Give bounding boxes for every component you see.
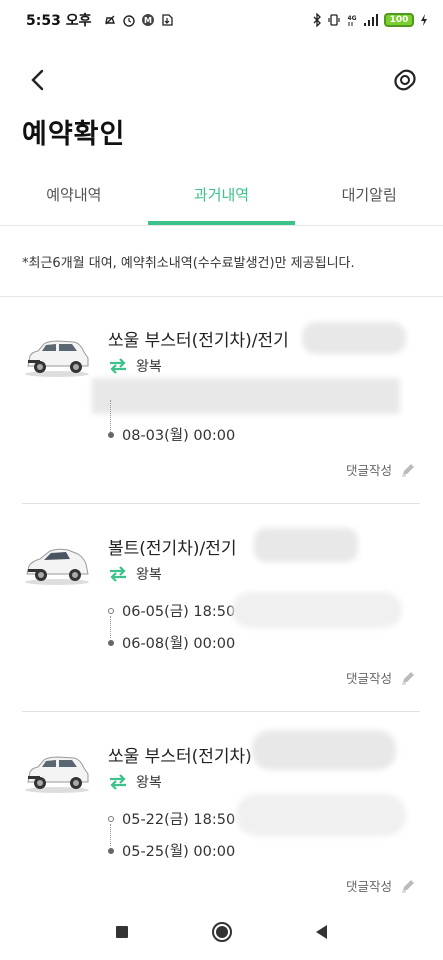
tab-waitlist-alerts[interactable]: 대기알림 xyxy=(295,172,443,225)
write-review-button[interactable]: 댓글작성 xyxy=(346,460,416,479)
car-image xyxy=(25,756,89,793)
car-name: 볼트(전기차)/전기 xyxy=(108,539,237,559)
pencil-icon xyxy=(402,879,414,892)
trip-type: 왕복 xyxy=(108,356,162,376)
redacted-area xyxy=(252,730,396,770)
start-dot xyxy=(108,815,114,822)
redacted-area xyxy=(254,528,358,562)
divider xyxy=(0,296,443,297)
review-label: 댓글작성 xyxy=(345,671,392,686)
end-datetime: 08-03(월) 00:00 xyxy=(108,424,235,445)
redacted-area xyxy=(92,378,400,414)
start-datetime-text: 06-05(금) 18:50 xyxy=(122,604,236,620)
redacted-area xyxy=(232,592,402,628)
recents-button[interactable] xyxy=(107,917,137,947)
review-label: 댓글작성 xyxy=(345,879,392,894)
alarm-icon xyxy=(122,13,136,27)
start-dot xyxy=(108,607,114,614)
end-dot xyxy=(108,639,114,646)
notice-text: *최근6개월 대여, 예약취소내역(수수료발생건)만 제공됩니다. xyxy=(22,256,355,271)
camera-button[interactable] xyxy=(389,62,421,98)
end-datetime: 06-08(월) 00:00 xyxy=(108,632,235,653)
end-dot xyxy=(108,847,114,854)
tab-bar: 예약내역 과거내역 대기알림 xyxy=(0,172,443,226)
write-review-button[interactable]: 댓글작성 xyxy=(346,876,416,895)
end-datetime-text: 06-08(월) 00:00 xyxy=(122,636,236,652)
write-review-button[interactable]: 댓글작성 xyxy=(346,668,416,687)
car-image xyxy=(25,340,89,377)
camera-icon xyxy=(394,69,416,91)
round-trip-icon xyxy=(110,566,126,582)
redacted-area xyxy=(302,322,406,354)
system-back-button[interactable] xyxy=(307,917,337,947)
vibrate-icon xyxy=(327,13,341,27)
trip-type: 왕복 xyxy=(108,772,162,792)
top-app-bar xyxy=(0,58,443,102)
car-image xyxy=(25,548,89,585)
system-navigation-bar xyxy=(0,904,443,960)
status-time: 5:53 오후 xyxy=(26,13,92,29)
charging-icon xyxy=(419,13,429,27)
circle-icon xyxy=(211,922,232,942)
redacted-area xyxy=(236,794,406,836)
m-icon: M xyxy=(141,13,155,27)
trip-type-label: 왕복 xyxy=(136,775,162,791)
tab-past-history[interactable]: 과거내역 xyxy=(147,172,296,225)
start-datetime: 05-22(금) 18:50 xyxy=(108,808,235,829)
bluetooth-icon xyxy=(312,13,322,27)
start-datetime: 06-05(금) 18:50 xyxy=(108,600,235,621)
round-trip-icon xyxy=(110,358,126,374)
car-name: 쏘울 부스터(전기차) xyxy=(108,747,252,767)
review-label: 댓글작성 xyxy=(345,463,392,478)
pencil-icon xyxy=(402,671,414,684)
end-datetime: 05-25(월) 00:00 xyxy=(108,840,235,861)
page-title: 예약확인 xyxy=(22,119,126,150)
trip-type: 왕복 xyxy=(108,564,162,584)
reservation-card[interactable]: 쏘울 부스터(전기차) 왕복 05-22(금) 18:50 05-25(월) 0… xyxy=(22,714,420,920)
end-datetime-text: 08-03(월) 00:00 xyxy=(122,428,236,444)
car-name: 쏘울 부스터(전기차)/전기 xyxy=(108,331,289,351)
square-icon xyxy=(115,926,128,938)
download-icon xyxy=(160,13,174,27)
back-button[interactable] xyxy=(22,64,54,96)
start-datetime-text: 05-22(금) 18:50 xyxy=(122,812,236,828)
trip-type-label: 왕복 xyxy=(136,567,162,583)
signal-icon xyxy=(363,13,379,27)
reservation-card[interactable]: 볼트(전기차)/전기 왕복 06-05(금) 18:50 06-08(월) 00… xyxy=(22,506,420,712)
triangle-back-icon xyxy=(315,925,327,939)
status-bar: 5:53 오후 M 4G 100 xyxy=(0,0,443,40)
mute-icon xyxy=(103,13,117,27)
pencil-icon xyxy=(402,463,414,476)
svg-text:4G: 4G xyxy=(347,15,356,22)
chevron-left-icon xyxy=(31,69,44,91)
battery-indicator: 100 xyxy=(384,13,414,27)
end-datetime-text: 05-25(월) 00:00 xyxy=(122,844,236,860)
round-trip-icon xyxy=(110,774,126,790)
svg-text:M: M xyxy=(144,16,152,25)
end-dot xyxy=(108,431,114,438)
tab-reservations[interactable]: 예약내역 xyxy=(0,172,148,225)
trip-type-label: 왕복 xyxy=(136,359,162,375)
home-button[interactable] xyxy=(207,917,237,947)
network-4g-icon: 4G xyxy=(346,13,358,27)
reservation-card[interactable]: 쏘울 부스터(전기차)/전기 왕복 08-03(월) 00:00 댓글작성 xyxy=(22,298,420,504)
